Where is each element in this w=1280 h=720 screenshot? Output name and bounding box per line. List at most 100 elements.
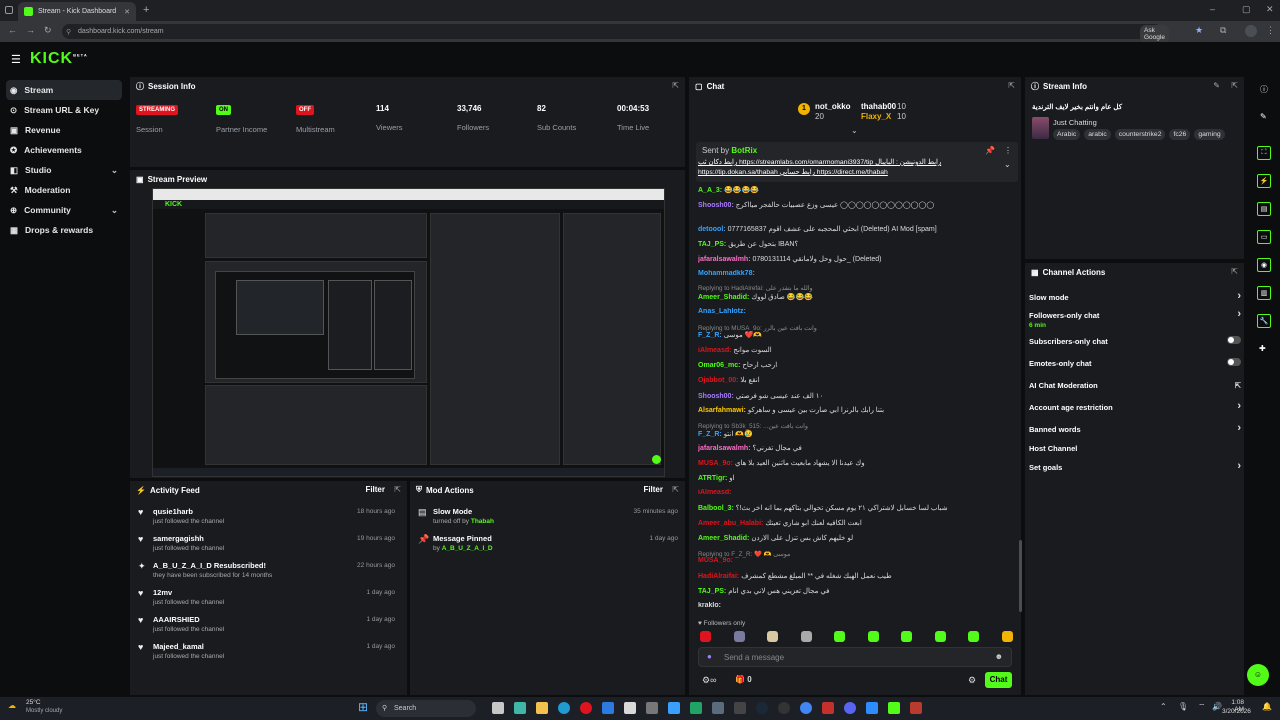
chat-message[interactable]: F_Z_R: موسى ❤️🫶 xyxy=(698,331,1016,339)
emote-icon[interactable] xyxy=(834,631,845,642)
steam-icon[interactable] xyxy=(756,702,768,714)
minimize-icon[interactable]: – xyxy=(1210,4,1215,14)
collapse-icon[interactable]: ⌄ xyxy=(1004,160,1011,169)
chat-username[interactable]: TAJ_PS: xyxy=(698,241,726,248)
weather-text[interactable]: Mostly cloudy xyxy=(26,708,62,714)
popout-icon[interactable]: ⇱ xyxy=(1231,81,1238,90)
chat-message[interactable]: Anas_Lahlotz: xyxy=(698,308,1016,315)
popout-icon[interactable]: ⇱ xyxy=(394,485,401,494)
hamburger-menu-icon[interactable]: ☰ xyxy=(11,53,21,66)
chrome-icon[interactable] xyxy=(800,702,812,714)
activity-filter-button[interactable]: Filter xyxy=(365,485,385,494)
chat-message[interactable]: TAJ_PS: بتحول عن طريق IBAN؟ xyxy=(698,240,1016,248)
app-icon[interactable] xyxy=(778,702,790,714)
app-icon[interactable] xyxy=(646,702,658,714)
sidebar-item-drops[interactable]: ▦ Drops & rewards xyxy=(0,220,128,240)
app-icon[interactable] xyxy=(910,702,922,714)
browser-tab[interactable]: Stream - Kick Dashboard ✕ xyxy=(18,2,136,21)
sidebar-item-achievements[interactable]: ✪ Achievements xyxy=(0,140,128,160)
list-item[interactable]: ▤ Slow Mode turned off by Thabah 35 minutes… xyxy=(409,504,686,531)
profile-avatar[interactable] xyxy=(1245,25,1257,37)
chat-username[interactable]: Alsarfahmawi: xyxy=(698,407,746,414)
emote-icon[interactable] xyxy=(901,631,912,642)
popout-icon[interactable]: ⇱ xyxy=(672,485,679,494)
discord-icon[interactable] xyxy=(844,702,856,714)
edit-pencil-icon[interactable]: ✎ xyxy=(1260,112,1267,121)
windows-start-icon[interactable]: ⊞ xyxy=(358,700,368,714)
list-item[interactable]: ♥ 12mv just followed the channel 1 day ago xyxy=(129,585,403,612)
chat-username[interactable]: Anas_Lahlotz: xyxy=(698,308,746,315)
app-icon[interactable] xyxy=(602,702,614,714)
chat-message[interactable]: Ameer_Shadid: صادق لووك 😂😂😂 xyxy=(698,293,1016,301)
emote-icon[interactable] xyxy=(733,631,745,642)
channel-action-followers-only-chat[interactable]: Followers-only chat 6 min › xyxy=(1029,308,1241,329)
chat-username[interactable]: iAlmeasd: xyxy=(698,489,731,496)
chat-username[interactable]: F_Z_R: xyxy=(698,332,722,339)
gift-icon[interactable]: 🎁 0 xyxy=(735,675,752,684)
category-thumbnail[interactable] xyxy=(1032,117,1049,139)
camera-tool-icon[interactable]: ⛶ xyxy=(1257,146,1271,160)
reload-icon[interactable]: ↻ xyxy=(44,25,52,36)
chat-message[interactable]: Ameer_Shadid: لو خليهم كاش بس تنزل على ا… xyxy=(698,534,1016,542)
chat-username[interactable]: Mohammadkk78: xyxy=(698,270,755,277)
support-chat-button[interactable]: ☺ xyxy=(1247,664,1269,686)
emote-icon[interactable] xyxy=(800,631,812,642)
back-icon[interactable]: ← xyxy=(8,25,17,35)
chat-username[interactable]: Shoosh00: xyxy=(698,202,734,209)
chat-message[interactable]: Omar06_mc: ارحب ارحاح xyxy=(698,361,1016,369)
chat-username[interactable]: ATRTigr: xyxy=(698,475,727,482)
emote-icon[interactable] xyxy=(867,631,879,642)
volume-icon[interactable]: 🔊 xyxy=(1212,702,1222,711)
wifi-icon[interactable]: ⌔ xyxy=(1198,702,1206,712)
chat-message[interactable]: F_Z_R: انتو 🫶😢 xyxy=(698,430,1016,438)
layout-tool-icon[interactable]: ▥ xyxy=(1257,286,1271,300)
emote-icon[interactable] xyxy=(767,631,778,642)
chat-username[interactable]: TAJ_PS: xyxy=(698,588,726,595)
chat-message[interactable]: HadiAlraifai: طيب نعمل الهبك شغله في ** … xyxy=(698,572,1016,580)
new-tab-icon[interactable]: + xyxy=(143,4,149,16)
maximize-icon[interactable]: ▢ xyxy=(1242,4,1251,15)
tray-chevron-icon[interactable]: ⌃ xyxy=(1160,702,1167,711)
chat-username[interactable]: kraklo: xyxy=(698,602,721,609)
extensions-icon[interactable]: ⧉ xyxy=(1220,25,1226,36)
chat-message[interactable]: MUSA_9o: xyxy=(698,557,1016,564)
pinned-line-1[interactable]: رابط دكان ثب https://streamlabs.com/omar… xyxy=(698,158,988,166)
chat-username[interactable]: Ojabbot_00: xyxy=(698,377,738,384)
chat-username[interactable]: Balbool_3: xyxy=(698,505,734,512)
app-icon[interactable] xyxy=(690,702,702,714)
app-icon[interactable] xyxy=(822,702,834,714)
app-icon[interactable] xyxy=(712,702,724,714)
chat-username[interactable]: A_A_3: xyxy=(698,187,722,194)
list-item[interactable]: ♥ qusie1harb just followed the channel 18 h… xyxy=(129,504,403,531)
chat-username[interactable]: HadiAlraifai: xyxy=(698,573,739,580)
chat-username[interactable]: Ameer_Shadid: xyxy=(698,535,749,542)
channel-action-subscribers-only-chat[interactable]: Subscribers-only chat xyxy=(1029,336,1241,346)
tag-chip[interactable]: fc26 xyxy=(1169,129,1191,140)
chat-message[interactable]: jafaralsawalmh: حول وحل ولامانقي 0780131… xyxy=(698,255,1016,263)
channel-action-host-channel[interactable]: Host Channel xyxy=(1029,444,1241,453)
chat-username[interactable]: Ameer_Shadid: xyxy=(698,294,749,301)
task-view-icon[interactable] xyxy=(492,702,504,714)
chat-message[interactable]: MUSA_9o: وك عيدنا الا يشهاد مابعيث ماثني… xyxy=(698,459,1016,467)
channel-action-emotes-only-chat[interactable]: Emotes-only chat xyxy=(1029,358,1241,368)
send-chat-button[interactable]: Chat xyxy=(985,672,1012,688)
forward-icon[interactable]: → xyxy=(26,25,35,35)
list-item[interactable]: 📌 Message Pinned by A_B_U_Z_A_I_D 1 day ago xyxy=(409,531,686,558)
category-name[interactable]: Just Chatting xyxy=(1053,118,1097,127)
chat-message[interactable]: Balbool_3: شباب لسا خسابل لاشتراكي ٢١ يو… xyxy=(698,504,1016,512)
emote-icon[interactable] xyxy=(968,631,979,642)
chat-message[interactable]: kraklo: xyxy=(698,602,1016,609)
emote-icon[interactable] xyxy=(934,631,946,642)
tag-chip[interactable]: arabic xyxy=(1084,129,1111,140)
document-tool-icon[interactable]: ▤ xyxy=(1257,202,1271,216)
tag-chip[interactable]: counterstrike2 xyxy=(1114,129,1166,140)
chat-message[interactable]: jafaralsawalmh: في مجال تفرني؟ xyxy=(698,444,1016,452)
edge-icon[interactable] xyxy=(558,702,570,714)
close-window-icon[interactable]: ✕ xyxy=(1266,4,1274,15)
chat-message[interactable]: Shoosh00: عيسى وزع عصبيات حالفجر ميااكرج… xyxy=(698,201,1016,209)
chat-scrollbar[interactable] xyxy=(1019,540,1022,612)
popout-icon[interactable]: ⇱ xyxy=(672,81,679,90)
app-icon[interactable] xyxy=(734,702,746,714)
sidebar-item-studio[interactable]: ◧ Studio ⌄ xyxy=(0,160,128,180)
sidebar-item-stream[interactable]: ◉ Stream xyxy=(6,80,122,100)
